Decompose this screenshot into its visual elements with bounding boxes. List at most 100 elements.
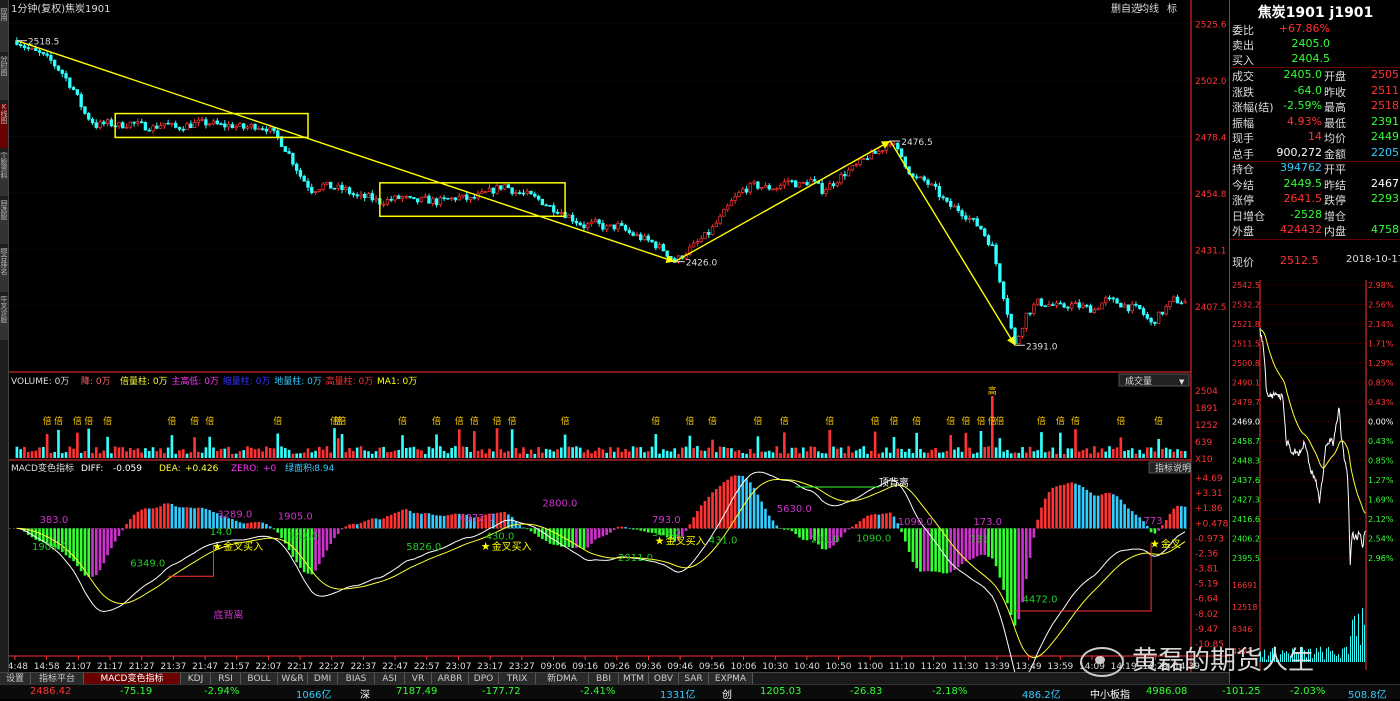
double-volume-marker: 倍 xyxy=(825,415,834,427)
volume-bar xyxy=(786,453,790,458)
volume-bar xyxy=(91,452,94,458)
volume-bar xyxy=(83,451,87,458)
candle-body xyxy=(1126,304,1131,312)
volume-bar xyxy=(1059,432,1062,458)
candle-body xyxy=(1138,304,1142,309)
macd-histogram-bar xyxy=(125,523,128,529)
candle-body xyxy=(1111,297,1115,300)
candle-body xyxy=(604,225,609,230)
volume-bar xyxy=(949,435,953,458)
candle-body xyxy=(839,174,843,184)
volume-bar xyxy=(522,447,525,458)
macd-histogram-bar xyxy=(590,528,593,544)
macd-tick-label: -9.47 xyxy=(1195,625,1218,635)
left-strip-tab[interactable]: 自选股 xyxy=(0,200,8,244)
mini-price-tick: 2406.2 xyxy=(1232,535,1260,544)
candle-body xyxy=(419,196,424,203)
volume-bar xyxy=(72,448,75,458)
candle-body xyxy=(559,211,563,214)
quote-grid-value: 2511 xyxy=(1371,83,1399,97)
volume-bar xyxy=(1153,451,1157,458)
volume-bar xyxy=(624,449,627,458)
macd-histogram-bar xyxy=(892,516,896,529)
candle-body xyxy=(389,198,393,201)
x-tick-label: 22:47 xyxy=(382,662,408,672)
macd-histogram-bar xyxy=(907,528,911,552)
quote-grid-label: 今结 xyxy=(1232,178,1254,192)
macd-histogram-bar xyxy=(197,507,200,529)
double-volume-marker: 倍 xyxy=(190,415,199,427)
candle-body xyxy=(574,220,579,224)
volume-bar xyxy=(922,452,926,458)
quote-grid-value: 2449 xyxy=(1371,130,1399,143)
macd-histogram-bar xyxy=(359,523,363,529)
left-strip-tab[interactable]: 应用 xyxy=(0,8,8,52)
quote-date: 2018-10-17 xyxy=(1346,254,1400,265)
volume-bar xyxy=(620,451,624,458)
macd-histogram-bar xyxy=(136,511,140,529)
mini-volume-bar xyxy=(1352,619,1353,662)
volume-legend-item: VOLUME: 0万 xyxy=(11,377,69,387)
candle-body xyxy=(994,244,998,265)
volume-bar xyxy=(987,446,990,458)
candle-body xyxy=(1051,304,1055,306)
quote-grid-row: 日增仓 -2528 增仓 xyxy=(1230,208,1400,223)
volume-bar xyxy=(650,446,654,458)
status-item: -75.19 xyxy=(120,686,153,697)
quote-grid-value: -64.0 xyxy=(1293,83,1322,97)
candle-body xyxy=(533,193,537,197)
left-strip-tab[interactable]: K线图 xyxy=(0,104,8,148)
volume-bar xyxy=(741,452,745,458)
volume-bar xyxy=(393,450,397,458)
left-strip-tab[interactable]: 个股资料 xyxy=(0,152,8,196)
volume-bar xyxy=(730,448,733,458)
candle-body xyxy=(64,73,68,79)
candle-body xyxy=(174,122,178,128)
volume-bar xyxy=(900,449,903,458)
volume-bar xyxy=(181,449,185,458)
volume-bar xyxy=(163,453,166,458)
quote-grid-label: 成交 xyxy=(1232,70,1254,83)
main-chart-area[interactable]: 1分钟(复权) 焦炭1901 删自选均线标 2525.6 2502.0 2478.4… xyxy=(9,0,1229,672)
macd-area-label: 383.0 xyxy=(40,515,69,526)
candle-body xyxy=(586,223,590,229)
candle-body xyxy=(102,121,106,125)
volume-bar xyxy=(1002,451,1005,458)
candle-body xyxy=(975,218,979,227)
macd-histogram-bar xyxy=(102,528,106,564)
volume-bar xyxy=(49,452,53,458)
macd-histogram-bar xyxy=(904,528,907,542)
volume-bar xyxy=(110,453,113,458)
volume-bar xyxy=(30,451,34,458)
candle-body xyxy=(990,244,994,247)
golden-cross-label: 金叉买入 xyxy=(492,540,532,553)
candle-body xyxy=(408,195,412,198)
left-strip-tab[interactable]: 牛叉诊股 xyxy=(0,296,8,340)
volume-bar xyxy=(246,446,249,458)
macd-histogram-bar xyxy=(915,528,919,569)
period-label: 1分钟(复权) xyxy=(11,2,65,15)
candle-body xyxy=(385,198,390,205)
candle-body xyxy=(291,153,295,165)
volume-bar xyxy=(533,453,537,458)
macd-histogram-bar xyxy=(189,507,193,529)
macd-histogram-bar xyxy=(601,528,605,537)
volume-indicator-dropdown[interactable]: 成交量 ▼ xyxy=(1118,373,1190,387)
candle-body xyxy=(548,205,552,207)
macd-histogram-bar xyxy=(522,527,525,529)
macd-tick-label: -3.81 xyxy=(1195,565,1218,575)
indicator-help-button[interactable]: 指标说明 xyxy=(1148,461,1192,474)
left-strip-tab[interactable]: 分时图 xyxy=(0,56,8,100)
mini-price-tick: 2500.8 xyxy=(1232,359,1260,368)
double-volume-marker: 倍 xyxy=(889,415,898,427)
candle-body xyxy=(1081,304,1085,308)
candle-body xyxy=(639,234,643,241)
macd-area-label: 6349.0 xyxy=(130,558,165,569)
candle-body xyxy=(593,219,598,223)
candle-body xyxy=(75,89,80,95)
left-strip-tab[interactable]: 综合排名 xyxy=(0,248,8,292)
x-tick-label: 21:07 xyxy=(65,662,91,672)
macd-histogram-bar xyxy=(605,528,608,535)
volume-bar xyxy=(318,446,321,458)
volume-bar xyxy=(488,448,491,458)
